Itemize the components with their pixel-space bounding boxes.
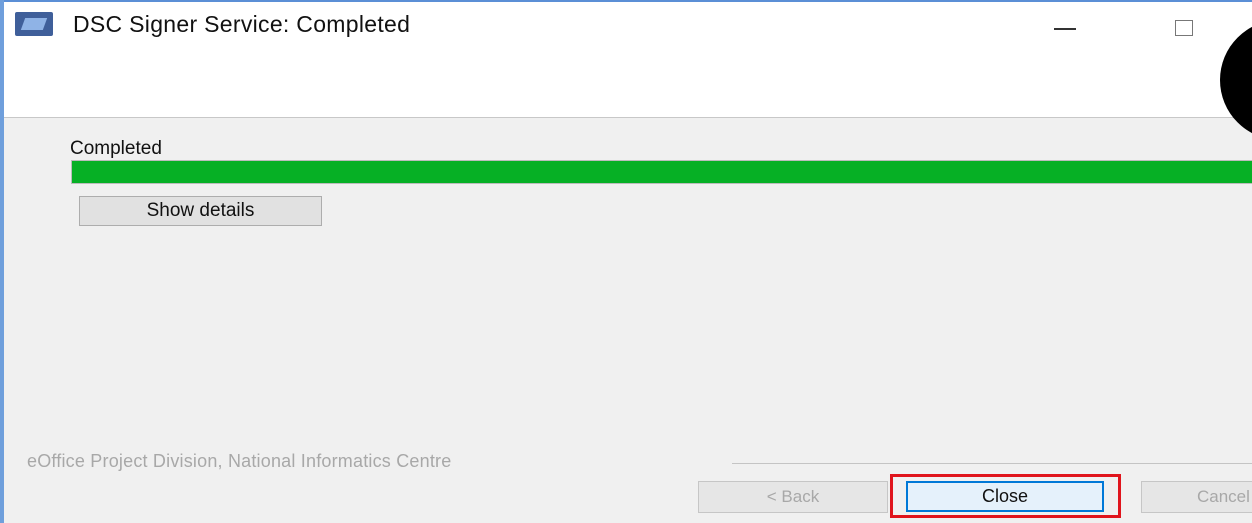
cancel-button[interactable]: Cancel [1141, 481, 1252, 513]
window-edge [0, 0, 4, 523]
show-details-button[interactable]: Show details [79, 196, 322, 226]
window-title: DSC Signer Service: Completed [73, 11, 411, 37]
close-button-highlight [890, 474, 1121, 518]
minimize-icon[interactable] [1040, 8, 1090, 42]
divider [732, 463, 1252, 464]
installer-window: DSC Signer Service: Completed Completed … [0, 0, 1252, 523]
maximize-icon[interactable] [1165, 8, 1205, 42]
status-label: Completed [70, 138, 162, 159]
progress-fill [72, 161, 1252, 183]
back-button[interactable]: < Back [698, 481, 888, 513]
progress-bar [71, 160, 1252, 184]
title-bar: DSC Signer Service: Completed [0, 0, 1252, 118]
brand-text: eOffice Project Division, National Infor… [27, 451, 452, 471]
app-icon [15, 12, 53, 36]
